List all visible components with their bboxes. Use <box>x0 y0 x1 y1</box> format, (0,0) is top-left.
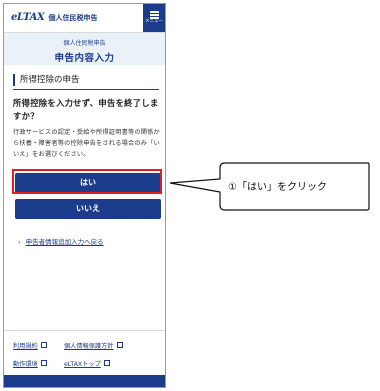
external-link-icon <box>40 342 47 348</box>
page-header: 個人住民税申告 申告内容入力 <box>4 33 165 65</box>
section-title: 所得控除の申告 <box>13 74 80 86</box>
bottom-bar <box>4 375 165 387</box>
yes-button[interactable]: はい <box>15 173 161 193</box>
eltax-logo[interactable]: eLTAX 個人住民税申告 <box>11 12 98 23</box>
hamburger-icon <box>149 11 159 19</box>
section-divider <box>13 89 159 90</box>
footer-link-privacy[interactable]: 個人情報保護方針 <box>64 341 123 350</box>
external-link-icon <box>40 360 47 366</box>
top-bar: eLTAX 個人住民税申告 メニュー <box>4 4 165 33</box>
description-text: 行政サービスの認定・受給や所得証明書等の関係から扶養・障害者等の控除申告をされる… <box>13 129 160 158</box>
no-button[interactable]: いいえ <box>15 199 161 219</box>
external-link-icon <box>116 342 123 348</box>
page-category: 個人住民税申告 <box>63 40 106 47</box>
back-link[interactable]: ‹ 申告者情報追加入力へ戻る <box>18 236 104 246</box>
callout-text: ①「はい」をクリック <box>228 182 327 193</box>
footer-link-eltax-top[interactable]: eLTAXトップ <box>64 359 110 368</box>
external-link-icon <box>103 360 110 366</box>
back-link-label: 申告者情報追加入力へ戻る <box>25 238 104 246</box>
menu-label: メニュー <box>145 19 163 25</box>
footer-link-environment[interactable]: 動作環境 <box>13 359 47 368</box>
footer-link-terms[interactable]: 利用規約 <box>13 341 47 350</box>
chevron-left-icon: ‹ <box>18 238 21 246</box>
page-title: 申告内容入力 <box>54 53 115 64</box>
logo-mark: eLTAX <box>11 12 45 23</box>
menu-button[interactable]: メニュー <box>143 4 165 32</box>
phone-screen: eLTAX 個人住民税申告 メニュー 個人住民税申告 申告内容入力 所得控除の申… <box>3 3 166 388</box>
footer-divider <box>4 330 165 331</box>
question-text: 所得控除を入力せず、申告を終了しますか？ <box>13 98 159 121</box>
logo-subtitle: 個人住民税申告 <box>48 14 98 22</box>
